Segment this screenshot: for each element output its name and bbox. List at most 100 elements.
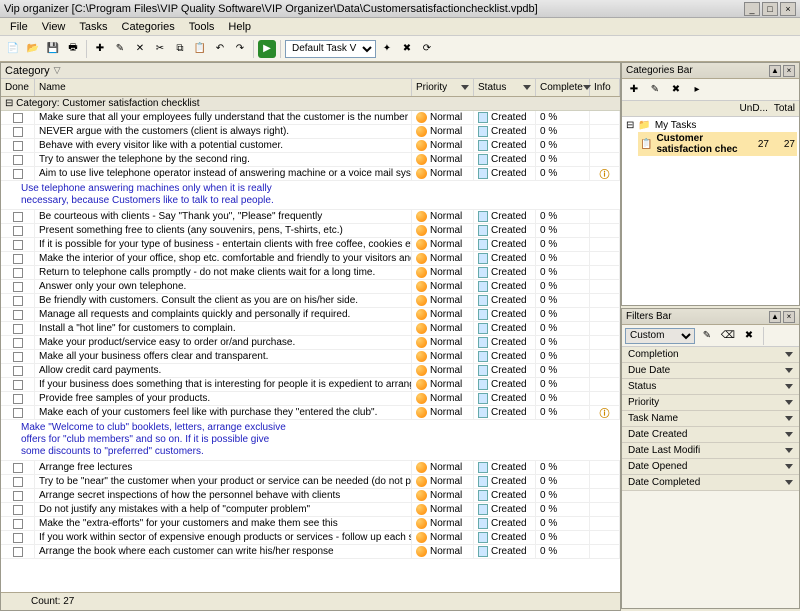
task-row[interactable]: Arrange free lectures Normal Created 0 % [1,461,620,475]
filter-field[interactable]: Date Created [622,427,799,443]
filter-del-icon[interactable]: ✖ [740,327,758,345]
task-row[interactable]: Try to answer the telephone by the secon… [1,153,620,167]
cat-new-icon[interactable]: ✚ [625,81,643,99]
task-row[interactable]: Install a "hot line" for customers to co… [1,322,620,336]
done-checkbox[interactable] [13,226,23,236]
menu-categories[interactable]: Categories [116,19,181,35]
menu-view[interactable]: View [36,19,72,35]
done-checkbox[interactable] [13,338,23,348]
task-row[interactable]: Make all your business offers clear and … [1,350,620,364]
col-done[interactable]: Done [1,79,35,96]
task-row[interactable]: Provide free samples of your products. N… [1,392,620,406]
done-checkbox[interactable] [13,254,23,264]
filter-clear-icon[interactable]: ⌫ [719,327,737,345]
filter-field[interactable]: Due Date [622,363,799,379]
menu-tools[interactable]: Tools [183,19,221,35]
task-row[interactable]: Manage all requests and complaints quick… [1,308,620,322]
info-icon[interactable]: ⓘ [600,406,610,419]
task-row[interactable]: Try to be "near" the customer when your … [1,475,620,489]
task-row[interactable]: Arrange the book where each customer can… [1,545,620,559]
menu-file[interactable]: File [4,19,34,35]
task-row[interactable]: Do not justify any mistakes with a help … [1,503,620,517]
col-complete[interactable]: Complete [536,79,590,96]
group-header[interactable]: ⊟ Category: Customer satisfaction checkl… [1,97,620,111]
task-row[interactable]: Make each of your customers feel like wi… [1,406,620,420]
done-checkbox[interactable] [13,324,23,334]
minimize-button[interactable]: _ [744,2,760,16]
done-checkbox[interactable] [13,463,23,473]
done-checkbox[interactable] [13,169,23,179]
save-icon[interactable]: 💾 [44,40,62,58]
done-checkbox[interactable] [13,141,23,151]
done-checkbox[interactable] [13,519,23,529]
task-row[interactable]: Answer only your own telephone. Normal C… [1,280,620,294]
new-task-icon[interactable]: ✚ [91,40,109,58]
filter-field[interactable]: Task Name [622,411,799,427]
task-row[interactable]: Present something free to clients (any s… [1,224,620,238]
task-row[interactable]: Be friendly with customers. Consult the … [1,294,620,308]
filter-field[interactable]: Date Opened [622,459,799,475]
done-checkbox[interactable] [13,477,23,487]
cat-del-icon[interactable]: ✖ [667,81,685,99]
done-checkbox[interactable] [13,491,23,501]
task-row[interactable]: Aim to use live telephone operator inste… [1,167,620,181]
filter-field[interactable]: Priority [622,395,799,411]
done-checkbox[interactable] [13,155,23,165]
paste-icon[interactable]: 📋 [191,40,209,58]
pin-icon[interactable]: ▲ [769,311,781,323]
task-row[interactable]: Return to telephone calls promptly - do … [1,266,620,280]
done-checkbox[interactable] [13,282,23,292]
info-icon[interactable]: ⓘ [600,167,610,180]
task-template-select[interactable]: Default Task V [285,40,376,58]
filter-edit-icon[interactable]: ✎ [698,327,716,345]
grid-body[interactable]: ⊟ Category: Customer satisfaction checkl… [1,97,620,592]
done-checkbox[interactable] [13,352,23,362]
task-row[interactable]: Behave with every visitor like with a po… [1,139,620,153]
done-checkbox[interactable] [13,212,23,222]
menu-help[interactable]: Help [222,19,257,35]
done-checkbox[interactable] [13,380,23,390]
wand-icon[interactable]: ✦ [378,40,396,58]
print-icon[interactable]: 🖶 [64,40,82,58]
filter-field[interactable]: Date Completed [622,475,799,491]
col-name[interactable]: Name [35,79,412,96]
panel-close-icon[interactable]: × [783,311,795,323]
panel-close-icon[interactable]: × [783,65,795,77]
menu-tasks[interactable]: Tasks [73,19,113,35]
task-row[interactable]: Arrange secret inspections of how the pe… [1,489,620,503]
undo-icon[interactable]: ↶ [211,40,229,58]
task-row[interactable]: Make your product/service easy to order … [1,336,620,350]
refresh-icon[interactable]: ⟳ [418,40,436,58]
pin-icon[interactable]: ▲ [769,65,781,77]
done-checkbox[interactable] [13,547,23,557]
copy-icon[interactable]: ⧉ [171,40,189,58]
col-status[interactable]: Status [474,79,536,96]
done-checkbox[interactable] [13,268,23,278]
done-checkbox[interactable] [13,366,23,376]
done-checkbox[interactable] [13,505,23,515]
task-row[interactable]: Allow credit card payments. Normal Creat… [1,364,620,378]
go-icon[interactable]: ▶ [258,40,276,58]
filter-field[interactable]: Status [622,379,799,395]
task-row[interactable]: NEVER argue with the customers (client i… [1,125,620,139]
col-info[interactable]: Info [590,79,620,96]
clear-icon[interactable]: ✖ [398,40,416,58]
delete-icon[interactable]: ✕ [131,40,149,58]
done-checkbox[interactable] [13,394,23,404]
task-row[interactable]: Be courteous with clients - Say "Thank y… [1,210,620,224]
task-row[interactable]: Make the "extra-efforts" for your custom… [1,517,620,531]
task-row[interactable]: If it is possible for your type of busin… [1,238,620,252]
category-tree[interactable]: ⊟📁My Tasks 📋Customer satisfaction chec 2… [622,117,799,305]
new-icon[interactable]: 📄 [4,40,22,58]
task-row[interactable]: If your business does something that is … [1,378,620,392]
done-checkbox[interactable] [13,310,23,320]
done-checkbox[interactable] [13,296,23,306]
maximize-button[interactable]: □ [762,2,778,16]
filter-field[interactable]: Date Last Modifi [622,443,799,459]
cat-expand-icon[interactable]: ▸ [688,81,706,99]
task-row[interactable]: Make sure that all your employees fully … [1,111,620,125]
cat-edit-icon[interactable]: ✎ [646,81,664,99]
redo-icon[interactable]: ↷ [231,40,249,58]
edit-icon[interactable]: ✎ [111,40,129,58]
done-checkbox[interactable] [13,408,23,418]
